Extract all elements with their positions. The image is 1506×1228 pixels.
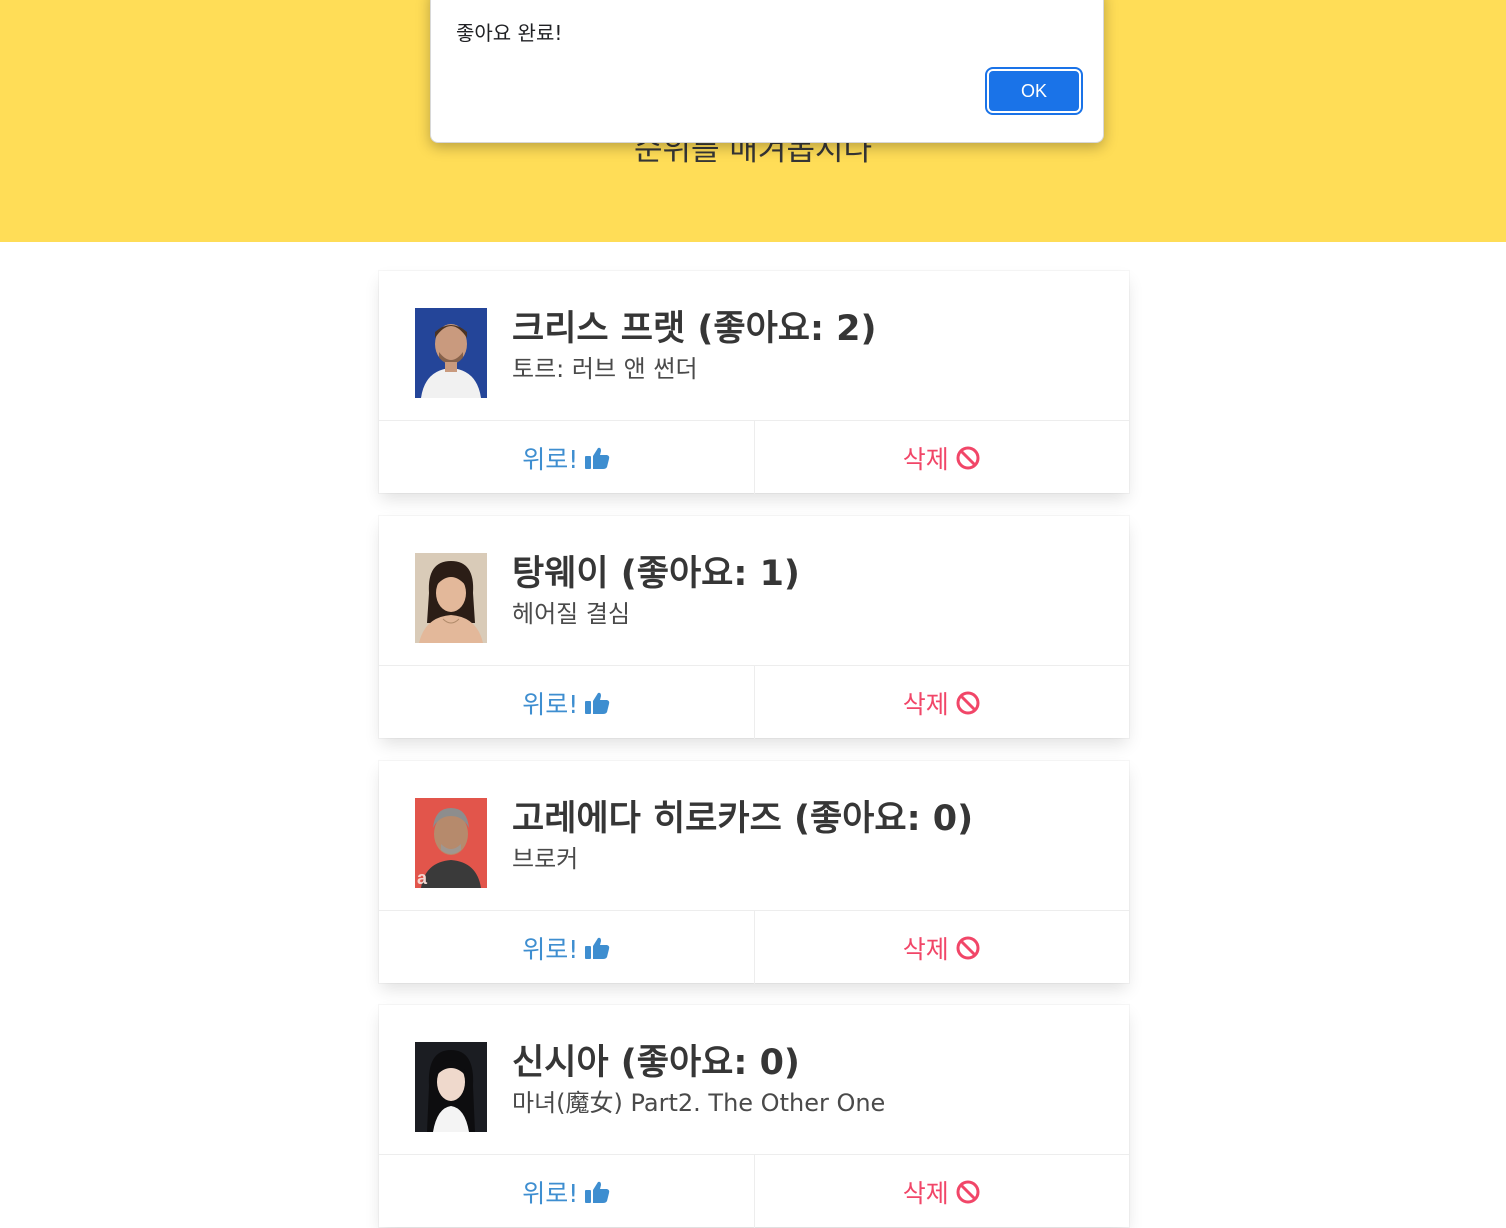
ok-button[interactable]: OK [985, 67, 1083, 115]
person-card: 크리스 프랫 (좋아요: 2) 토르: 러브 앤 썬더 위로! 삭제 [379, 271, 1129, 494]
delete-button-label: 삭제 [902, 1178, 949, 1208]
person-card: a 고레에다 히로카즈 (좋아요: 0) 브로커 위로! 삭제 [379, 761, 1129, 984]
ban-icon [956, 936, 980, 959]
card-content: a 고레에다 히로카즈 (좋아요: 0) 브로커 [379, 761, 1129, 910]
thumbs-up-icon [585, 447, 610, 469]
up-button[interactable]: 위로! [379, 911, 754, 984]
alert-message: 좋아요 완료! [456, 21, 563, 45]
card-footer: 위로! 삭제 [379, 665, 1129, 739]
up-button-label: 위로! [522, 689, 579, 719]
delete-button[interactable]: 삭제 [753, 1155, 1130, 1228]
delete-button-label: 삭제 [902, 934, 949, 964]
person-name: 신시아 (좋아요: 0) [512, 1043, 800, 1083]
person-photo [415, 553, 487, 643]
person-name: 크리스 프랫 (좋아요: 2) [512, 309, 877, 349]
person-photo: a [415, 798, 487, 888]
person-card: 탕웨이 (좋아요: 1) 헤어질 결심 위로! 삭제 [379, 516, 1129, 739]
ban-icon [956, 1180, 980, 1203]
up-button[interactable]: 위로! [379, 666, 754, 739]
person-name: 고레에다 히로카즈 (좋아요: 0) [512, 799, 974, 839]
card-content: 탕웨이 (좋아요: 1) 헤어질 결심 [379, 516, 1129, 665]
thumbs-up-icon [585, 692, 610, 714]
delete-button[interactable]: 삭제 [753, 666, 1130, 739]
up-button[interactable]: 위로! [379, 421, 754, 494]
ban-icon [956, 691, 980, 714]
card-footer: 위로! 삭제 [379, 910, 1129, 984]
svg-text:a: a [417, 868, 428, 888]
card-footer: 위로! 삭제 [379, 1154, 1129, 1228]
up-button-label: 위로! [522, 444, 579, 474]
up-button-label: 위로! [522, 1178, 579, 1208]
card-content: 크리스 프랫 (좋아요: 2) 토르: 러브 앤 썬더 [379, 271, 1129, 420]
person-movie: 마녀(魔女) Part2. The Other One [512, 1089, 886, 1117]
up-button[interactable]: 위로! [379, 1155, 754, 1228]
delete-button-label: 삭제 [902, 444, 949, 474]
card-footer: 위로! 삭제 [379, 420, 1129, 494]
thumbs-up-icon [585, 1181, 610, 1203]
thumbs-up-icon [585, 937, 610, 959]
person-photo [415, 1042, 487, 1132]
person-movie: 토르: 러브 앤 썬더 [512, 355, 698, 383]
up-button-label: 위로! [522, 934, 579, 964]
person-photo [415, 308, 487, 398]
alert-dialog: 좋아요 완료! OK [430, 0, 1104, 143]
delete-button[interactable]: 삭제 [753, 911, 1130, 984]
person-name: 탕웨이 (좋아요: 1) [512, 554, 800, 594]
person-movie: 브로커 [512, 845, 579, 873]
person-movie: 헤어질 결심 [512, 600, 631, 628]
person-card: 신시아 (좋아요: 0) 마녀(魔女) Part2. The Other One… [379, 1005, 1129, 1228]
delete-button[interactable]: 삭제 [753, 421, 1130, 494]
card-content: 신시아 (좋아요: 0) 마녀(魔女) Part2. The Other One [379, 1005, 1129, 1154]
delete-button-label: 삭제 [902, 689, 949, 719]
ban-icon [956, 446, 980, 469]
